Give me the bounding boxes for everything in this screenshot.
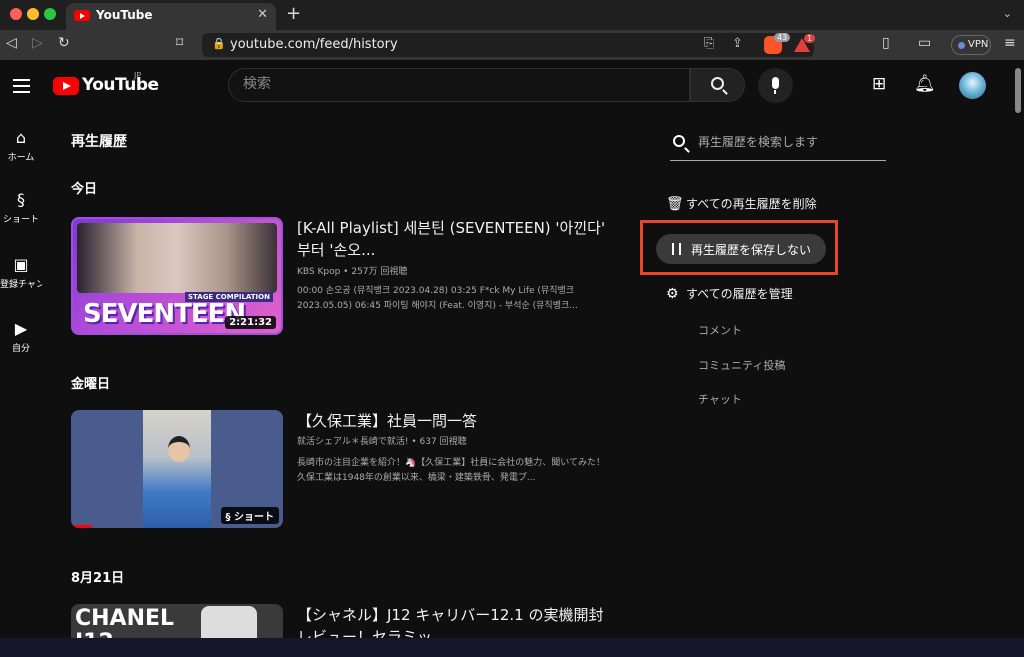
shorts-icon: § (17, 190, 25, 209)
search-button[interactable] (690, 68, 745, 102)
url-text: youtube.com/feed/history (230, 37, 398, 52)
person-head (168, 436, 190, 462)
sidebar-item-home[interactable]: ⌂ ホーム (0, 128, 42, 163)
alert-badge: 1 (804, 34, 816, 43)
browser-tab[interactable]: YouTube ✕ (66, 3, 276, 30)
thumbnail-faces (77, 223, 277, 293)
avatar[interactable] (959, 72, 986, 99)
manage-all-history-label: すべての履歴を管理 (686, 287, 793, 301)
highlight-box (640, 220, 838, 275)
video-meta: 就活シェアル＊長崎で就活! • 637 回視聴 (297, 437, 467, 447)
create-video-icon[interactable]: ⊞ (872, 74, 886, 94)
home-icon: ⌂ (15, 128, 27, 147)
clear-all-history-label: すべての再生履歴を削除 (686, 197, 817, 211)
history-search (670, 126, 886, 161)
section-header: 今日 (71, 182, 98, 197)
youtube-wordmark[interactable]: YouTube (82, 75, 159, 95)
shorts-badge: § ショート (220, 507, 279, 524)
minimize-window-button[interactable] (27, 8, 39, 20)
clear-all-history-button[interactable]: 🗑︎ すべての再生履歴を削除 (666, 195, 817, 212)
thumbnail-title: CHANEL J12 (75, 606, 175, 639)
brave-shields-badge: 43 (774, 33, 791, 42)
comments-history-link[interactable]: コメント (698, 322, 742, 338)
sidebar-item-label: ホーム (7, 153, 35, 163)
hamburger-menu-icon[interactable] (13, 79, 30, 97)
zoom-window-button[interactable] (44, 8, 56, 20)
search-box (228, 68, 690, 102)
video-duration: 2:21:32 (225, 316, 276, 329)
video-title[interactable]: 【久保工業】社員一問一答 (297, 410, 617, 432)
tab-title: YouTube (96, 8, 153, 22)
lock-icon: 🔒 (212, 37, 226, 50)
desktop-dock-strip (0, 638, 1024, 657)
sidebar-item-label: ショート (2, 215, 39, 225)
shorts-badge-icon: § (225, 512, 234, 523)
notifications-bell-icon[interactable]: 🔔︎ (914, 74, 936, 94)
brave-shields-icon[interactable]: 43 (764, 33, 791, 54)
forward-icon[interactable]: ▷ (32, 35, 43, 51)
video-thumbnail[interactable]: § ショート (71, 410, 283, 528)
new-tab-icon[interactable]: + (286, 3, 301, 24)
back-icon[interactable]: ◁ (6, 35, 17, 51)
scrollbar-thumb[interactable] (1015, 68, 1021, 113)
voice-search-button[interactable] (758, 68, 793, 103)
install-app-icon[interactable]: ⎘ (704, 36, 714, 51)
browser-toolbar: ◁ ▷ ↻ ⌑ 🔒 youtube.com/feed/history ⎘ ⇪ 4… (0, 30, 1024, 60)
sidebar-toggle-icon[interactable]: ▯ (882, 35, 890, 51)
url-bar[interactable]: 🔒 youtube.com/feed/history ⎘ ⇪ (202, 33, 814, 57)
share-icon[interactable]: ⇪ (732, 36, 743, 51)
history-search-input[interactable] (698, 135, 883, 149)
video-description: 長崎市の注目企業を紹介！🦄【久保工業】社員に会社の魅力、聞いてみた！ 久保工業は… (297, 458, 605, 483)
region-code: JP (134, 71, 142, 80)
menu-icon[interactable]: ≡ (1004, 35, 1016, 51)
page-title: 再生履歴 (71, 134, 127, 150)
sidebar-item-shorts[interactable]: § ショート (0, 190, 42, 225)
manage-all-history-button[interactable]: ⚙ すべての履歴を管理 (666, 285, 793, 302)
youtube-header: YouTube JP ⊞ 🔔︎ (0, 60, 1010, 110)
vpn-label: VPN (968, 39, 989, 50)
video-description: 00:00 손오공 (뮤직뱅크 2023.04.28) 03:25 F*ck M… (297, 286, 578, 311)
thumbnail-title: SEVENTEEN (83, 299, 246, 329)
video-title[interactable]: 【シャネル】J12 キャリバー12.1 の実機開封レビュー！セラミッ... (297, 604, 617, 638)
reload-icon[interactable]: ↻ (58, 35, 70, 51)
chat-history-link[interactable]: チャット (698, 391, 742, 407)
library-icon: ▶ (14, 319, 28, 338)
close-window-button[interactable] (10, 8, 22, 20)
bookmark-icon[interactable]: ⌑ (176, 35, 183, 51)
page-scrollbar[interactable] (1012, 60, 1024, 657)
sidebar-item-you[interactable]: ▶ 自分 (0, 319, 42, 354)
community-posts-history-link[interactable]: コミュニティ投稿 (698, 357, 785, 373)
video-meta: KBS Kpop • 257万 回視聴 (297, 267, 408, 277)
search-icon (673, 135, 685, 147)
youtube-logo-icon[interactable] (53, 77, 79, 95)
trash-icon: 🗑︎ (666, 196, 684, 212)
shorts-badge-label: ショート (234, 512, 274, 523)
sidebar-item-subscriptions[interactable]: ▣ 登録チャンネル (0, 255, 42, 290)
tab-close-icon[interactable]: ✕ (257, 7, 268, 22)
video-thumbnail[interactable]: CHANEL J12 (71, 604, 283, 638)
youtube-favicon-icon (74, 10, 90, 21)
shorts-frame (143, 410, 211, 528)
video-thumbnail[interactable]: STAGE COMPILATION SEVENTEEN 2:21:32 (71, 217, 283, 335)
wallet-icon[interactable]: ▭ (918, 35, 931, 51)
gear-icon: ⚙ (666, 286, 679, 302)
sidebar-item-label: 自分 (11, 344, 30, 354)
microphone-icon (772, 77, 779, 94)
watch-progress (71, 525, 93, 528)
watch-image (201, 606, 257, 638)
subscriptions-icon: ▣ (13, 255, 29, 274)
browser-tab-bar: YouTube ✕ + ⌄ (0, 0, 1024, 30)
video-title[interactable]: [K-All Playlist] 세븐틴 (SEVENTEEN) '아낀다' 부… (297, 217, 617, 261)
sidebar-item-label: 登録チャンネル (0, 280, 42, 290)
search-input[interactable] (243, 76, 663, 92)
search-icon (711, 77, 724, 90)
section-header: 8月21日 (71, 571, 125, 586)
tab-list-chevron-icon[interactable]: ⌄ (1003, 7, 1012, 20)
section-header: 金曜日 (71, 377, 111, 392)
vpn-button[interactable]: VPN (951, 35, 991, 55)
